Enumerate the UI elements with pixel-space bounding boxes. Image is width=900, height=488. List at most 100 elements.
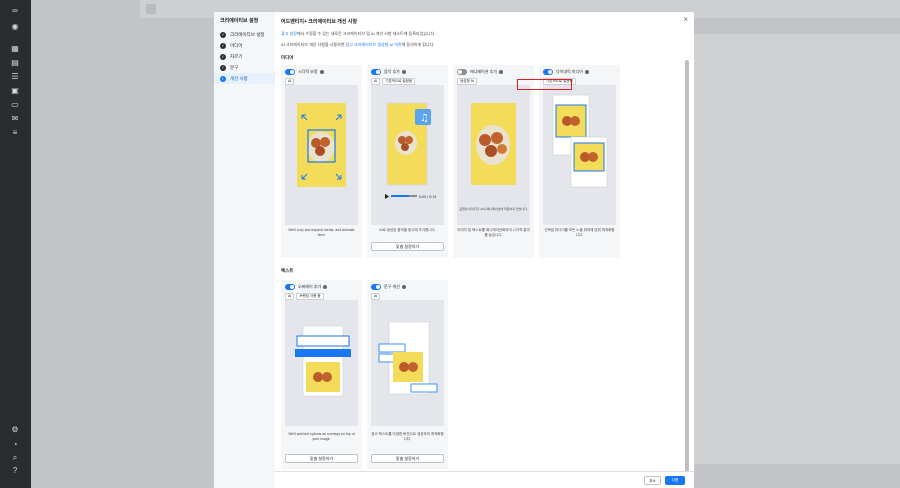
nav-item-crop[interactable]: ✓ 자르기 xyxy=(214,51,275,62)
terms-link[interactable]: 광고 크리에이티브 생성형 AI 약관 xyxy=(346,42,402,47)
nav-item-text[interactable]: ✓ 문구 xyxy=(214,62,275,73)
grid-icon[interactable]: ▦ xyxy=(9,44,21,53)
card-visual-touchups: 시각적 보정 AI We'll crop and expand media, a… xyxy=(281,65,362,258)
desc-text: AI 크리에이티브 개선 사항을 사용하면 xyxy=(281,42,346,47)
ai-badge: AI xyxy=(285,293,295,300)
card-header: 시각적 보정 xyxy=(285,69,324,75)
desc-text: 에서 수정할 수 있는 새로운 크리에이티브 및 AI 개선 사항 테스트에 등… xyxy=(296,31,436,36)
card-header: 오버레이 추가 xyxy=(285,284,328,290)
description-2: AI 크리에이티브 개선 사항을 사용하면 광고 크리에이티브 생성형 AI 약… xyxy=(281,42,434,48)
copy-preview-image xyxy=(378,321,438,395)
info-icon[interactable] xyxy=(401,70,406,74)
dialog-content: 어드밴티지+ 크리에이티브 개선 사항 × 광고 설정에서 수정할 수 있는 새… xyxy=(275,12,694,488)
card-description: 이미지 및 텍스트를 애니메이션화하여 시각적 흥미를 높입니다. xyxy=(457,228,530,237)
card-badges: AI 기본적으로 설정됨 xyxy=(371,78,416,85)
section-media-label: 미디어 xyxy=(281,55,294,60)
desc-text: 에 동의하게 됩니다. xyxy=(401,42,435,47)
cancel-button[interactable]: 취소 xyxy=(644,476,661,485)
dialog-title: 어드밴티지+ 크리에이티브 개선 사항 xyxy=(281,19,358,25)
nav-item-label: 자르기 xyxy=(230,53,243,59)
card-improve-copy: 문구 개선 AI 광고 텍스트를 다양한 버전으로 생성하여 최적화합니다. 맞… xyxy=(367,280,448,469)
card-description: We'll add text options as overlays on to… xyxy=(288,432,355,441)
card-description: We'll crop and expand media, and animate… xyxy=(288,228,355,237)
animation-highlight-box xyxy=(517,79,572,90)
info-icon[interactable] xyxy=(584,70,589,74)
nav-item-label: 개선 사항 xyxy=(230,75,248,81)
nav-item-label: 미디어 xyxy=(230,42,243,48)
animation-preview xyxy=(457,85,530,225)
animation-toggle[interactable] xyxy=(457,69,467,75)
dynamic-media-toggle[interactable] xyxy=(543,69,553,75)
next-button[interactable]: 다음 xyxy=(665,476,685,485)
ai-badge: AI xyxy=(371,78,381,85)
visual-preview-image xyxy=(297,103,346,187)
card-add-overlay: 오버레이 추가 AI 브랜딩 사용 중 We'll add text optio… xyxy=(281,280,362,469)
close-icon[interactable]: × xyxy=(683,15,688,24)
visual-preview xyxy=(285,85,358,225)
card-title: 오버레이 추가 xyxy=(298,284,322,289)
card-title: 시각적 보정 xyxy=(298,69,318,74)
dynamic-preview xyxy=(543,85,616,225)
dialog-footer: 취소 다음 xyxy=(275,471,694,488)
card-title: 음악 추가 xyxy=(384,69,400,74)
chart-icon[interactable]: ▤ xyxy=(9,58,21,67)
copy-preview xyxy=(371,300,444,426)
card-badges: AI 브랜딩 사용 중 xyxy=(285,293,324,300)
enhancements-dialog: 크리에이티브 설정 ✓ 크리에이티브 설정 ✓ 미디어 ✓ 자르기 ✓ 문구 ◐… xyxy=(214,12,694,488)
nav-item-media[interactable]: ✓ 미디어 xyxy=(214,40,275,51)
current-step-icon: ◐ xyxy=(220,75,226,82)
music-time: 0:00 / 0:15 xyxy=(419,195,436,199)
copy-toggle[interactable] xyxy=(371,284,381,290)
sidebar-toggle-button[interactable] xyxy=(146,4,156,14)
search-icon[interactable]: ⌕ xyxy=(9,453,21,462)
card-header: 다이내믹 미디어 xyxy=(543,69,589,75)
nav-item-label: 크리에이티브 설정 xyxy=(230,31,265,37)
card-add-music: 음악 추가 AI 기본적으로 설정됨 ♫ 0:00 / 0:15 AI로 생성된… xyxy=(367,65,448,258)
overlay-toggle[interactable] xyxy=(285,284,295,290)
card-title: 애니메이션 추가 xyxy=(470,69,497,74)
nav-item-enhancements[interactable]: ◐ 개선 사항 xyxy=(214,73,275,84)
menu-icon[interactable]: ≡ xyxy=(9,128,21,137)
settings-icon[interactable]: ⚙ xyxy=(9,425,21,434)
branding-badge: 브랜딩 사용 중 xyxy=(296,293,324,300)
card-header: 음악 추가 xyxy=(371,69,406,75)
overlay-customize-button[interactable]: 맞춤 설정하기 xyxy=(285,454,358,463)
card-title: 문구 개선 xyxy=(384,284,400,289)
info-icon[interactable] xyxy=(401,285,406,289)
card-description: AI로 생성된 음악을 광고에 추가합니다. xyxy=(379,228,436,232)
card-add-animation: 애니메이션 추가 생성형 AI 표현의 이미지가 AI의 애니메이션에 적합하지… xyxy=(453,65,534,258)
nav-title: 크리에이티브 설정 xyxy=(220,18,259,24)
app-sidebar: ∞ ◉ ▦ ▤ ☰ ▣ ▭ ✉ ≡ ⚙ ◔ ⌕ ? xyxy=(0,0,31,488)
nav-item-label: 문구 xyxy=(230,64,239,70)
music-customize-button[interactable]: 맞춤 설정하기 xyxy=(371,242,444,251)
music-toggle[interactable] xyxy=(371,69,381,75)
copy-customize-button[interactable]: 맞춤 설정하기 xyxy=(371,454,444,463)
card-icon[interactable]: ▭ xyxy=(9,100,21,109)
calendar-icon[interactable]: ▣ xyxy=(9,86,21,95)
home-icon[interactable]: ◉ xyxy=(9,22,21,31)
nav-item-creative-setup[interactable]: ✓ 크리에이티브 설정 xyxy=(214,29,275,40)
info-icon[interactable] xyxy=(323,285,328,289)
card-badges: AI xyxy=(371,293,381,300)
animation-notice: 표현의 이미지가 AI의 애니메이션에 적합하지 않습니다. xyxy=(459,207,528,211)
list-icon[interactable]: ☰ xyxy=(9,72,21,81)
card-description: 선택된 미디어를 모든 노출 위치에 맞춰 최적화합니다. xyxy=(544,228,615,237)
ad-settings-link[interactable]: 광고 설정 xyxy=(281,31,297,36)
card-header: 문구 개선 xyxy=(371,284,406,290)
card-description: 광고 텍스트를 다양한 버전으로 생성하여 최적화합니다. xyxy=(371,432,444,441)
visual-touchups-toggle[interactable] xyxy=(285,69,295,75)
check-icon: ✓ xyxy=(220,42,226,49)
ai-badge: AI xyxy=(285,78,295,85)
content-scrollbar[interactable] xyxy=(685,60,689,472)
check-icon: ✓ xyxy=(220,31,226,38)
info-icon[interactable] xyxy=(498,70,503,74)
music-preview-image: ♫ 0:00 / 0:15 xyxy=(385,102,436,199)
overlay-preview xyxy=(285,300,358,426)
megaphone-icon[interactable]: ✉ xyxy=(9,114,21,123)
info-icon[interactable] xyxy=(319,70,324,74)
overlay-preview-image xyxy=(295,325,351,397)
help-icon[interactable]: ? xyxy=(9,466,21,475)
card-dynamic-media: 다이내믹 미디어 기본적으로 설정됨 선택된 미디어를 모든 노출 위치에 맞춰… xyxy=(539,65,620,258)
bell-icon[interactable]: ◔ xyxy=(9,440,21,449)
check-icon: ✓ xyxy=(220,64,226,71)
